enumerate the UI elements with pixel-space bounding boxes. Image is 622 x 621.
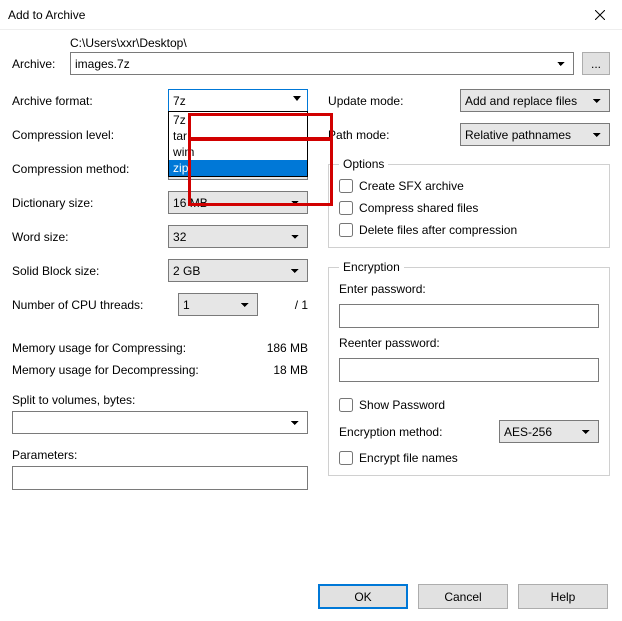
dictionary-size-label: Dictionary size:	[12, 196, 168, 210]
reenter-password-input[interactable]	[339, 358, 599, 382]
titlebar: Add to Archive	[0, 0, 622, 30]
parameters-label: Parameters:	[12, 448, 308, 462]
browse-button[interactable]: ...	[582, 52, 610, 75]
archive-filename-select[interactable]: images.7z	[70, 52, 574, 75]
solid-block-size-select[interactable]: 2 GB	[168, 259, 308, 282]
update-mode-select[interactable]: Add and replace files	[460, 89, 610, 112]
solid-block-size-label: Solid Block size:	[12, 264, 168, 278]
cancel-button[interactable]: Cancel	[418, 584, 508, 609]
memory-decompress-label: Memory usage for Decompressing:	[12, 363, 248, 377]
archive-format-select[interactable]: 7z	[168, 89, 308, 112]
archive-label: Archive:	[12, 57, 62, 75]
format-option-zip[interactable]: zip	[169, 160, 307, 176]
encryption-group: Encryption Enter password: Reenter passw…	[328, 260, 610, 476]
word-size-select[interactable]: 32	[168, 225, 308, 248]
update-mode-label: Update mode:	[328, 94, 460, 108]
archive-path-text: C:\Users\xxr\Desktop\	[70, 36, 574, 50]
delete-after-label: Delete files after compression	[359, 223, 517, 237]
reenter-password-label: Reenter password:	[339, 336, 599, 350]
encrypt-names-checkbox[interactable]	[339, 451, 353, 465]
word-size-label: Word size:	[12, 230, 168, 244]
ok-button[interactable]: OK	[318, 584, 408, 609]
encryption-method-label: Encryption method:	[339, 425, 491, 439]
encrypt-names-label: Encrypt file names	[359, 451, 458, 465]
show-password-checkbox[interactable]	[339, 398, 353, 412]
path-mode-label: Path mode:	[328, 128, 460, 142]
split-volumes-label: Split to volumes, bytes:	[12, 393, 308, 407]
dictionary-size-select[interactable]: 16 MB	[168, 191, 308, 214]
memory-decompress-value: 18 MB	[248, 363, 308, 377]
format-option-wim[interactable]: wim	[169, 144, 307, 160]
shared-files-checkbox[interactable]	[339, 201, 353, 215]
show-password-label: Show Password	[359, 398, 445, 412]
memory-compress-label: Memory usage for Compressing:	[12, 341, 248, 355]
enter-password-label: Enter password:	[339, 282, 599, 296]
chevron-down-icon	[293, 96, 301, 101]
archive-format-dropdown: 7z tar wim zip	[168, 111, 308, 177]
sfx-label: Create SFX archive	[359, 179, 464, 193]
parameters-input[interactable]	[12, 466, 308, 490]
encryption-legend: Encryption	[339, 260, 404, 274]
close-icon	[595, 10, 605, 20]
options-group: Options Create SFX archive Compress shar…	[328, 157, 610, 248]
path-mode-select[interactable]: Relative pathnames	[460, 123, 610, 146]
cpu-threads-select[interactable]: 1	[178, 293, 258, 316]
shared-files-label: Compress shared files	[359, 201, 478, 215]
compression-method-label: Compression method:	[12, 162, 168, 176]
archive-format-label: Archive format:	[12, 94, 168, 108]
memory-compress-value: 186 MB	[248, 341, 308, 355]
encryption-method-select[interactable]: AES-256	[499, 420, 599, 443]
format-option-7z[interactable]: 7z	[169, 112, 307, 128]
help-button[interactable]: Help	[518, 584, 608, 609]
cpu-threads-label: Number of CPU threads:	[12, 298, 178, 312]
cpu-threads-total: / 1	[258, 298, 308, 312]
compression-level-label: Compression level:	[12, 128, 168, 142]
split-volumes-select[interactable]	[12, 411, 308, 434]
window-title: Add to Archive	[8, 8, 85, 22]
enter-password-input[interactable]	[339, 304, 599, 328]
format-option-tar[interactable]: tar	[169, 128, 307, 144]
options-legend: Options	[339, 157, 388, 171]
sfx-checkbox[interactable]	[339, 179, 353, 193]
close-button[interactable]	[577, 0, 622, 30]
delete-after-checkbox[interactable]	[339, 223, 353, 237]
